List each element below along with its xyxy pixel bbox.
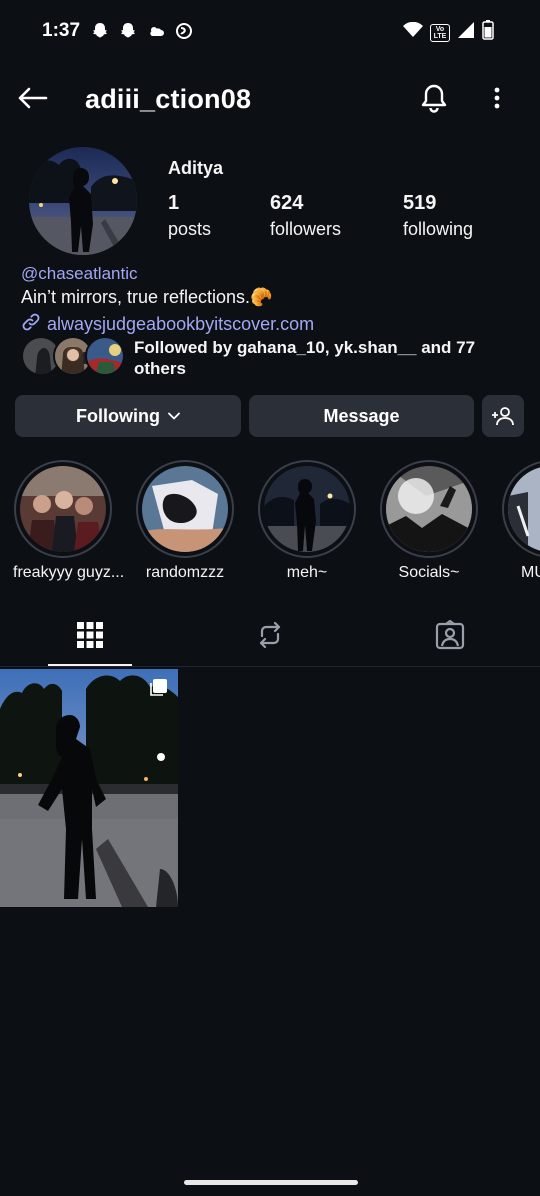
notification-icons	[90, 21, 194, 41]
status-bar: 1:37 Vo LTE	[0, 0, 540, 62]
link-icon	[21, 312, 41, 337]
bell-icon	[420, 83, 448, 118]
more-options-button[interactable]	[482, 82, 512, 118]
arrow-left-icon	[16, 86, 48, 115]
highlight-ring	[258, 460, 356, 558]
highlight-ring	[136, 460, 234, 558]
following-label: following	[403, 219, 474, 239]
bio-link-row[interactable]: alwaysjudgeabookbyitscover.com	[21, 312, 521, 337]
highlight-ring	[14, 460, 112, 558]
app-icon	[174, 21, 194, 41]
posts-count: 1	[168, 192, 180, 214]
add-user-icon	[491, 406, 515, 426]
highlight-item[interactable]: randomzzz	[135, 460, 235, 582]
snapchat-icon	[118, 21, 138, 41]
highlight-cover	[386, 466, 472, 552]
profile-bio: @chaseatlantic Ain’t mirrors, true refle…	[21, 264, 521, 337]
highlight-cover	[264, 466, 350, 552]
highlight-item[interactable]: freakyyy guyz...	[13, 460, 125, 582]
profile-header: adiii_ction08	[0, 72, 540, 128]
grid-icon	[77, 622, 103, 648]
highlight-label: Socials~	[398, 564, 460, 581]
bio-website-link[interactable]: alwaysjudgeabookbyitscover.com	[47, 314, 314, 335]
message-button[interactable]: Message	[249, 395, 474, 437]
highlight-ring	[380, 460, 478, 558]
notifications-button[interactable]	[414, 82, 454, 118]
repost-icon	[256, 621, 284, 649]
highlight-label: randomzzz	[145, 564, 225, 581]
snapchat-icon	[90, 21, 110, 41]
avatar	[85, 336, 125, 376]
multiple-posts-icon	[149, 679, 167, 697]
followers-label: followers	[270, 219, 342, 239]
highlight-label: freakyyy guyz...	[13, 564, 125, 581]
message-label: Message	[323, 405, 400, 426]
highlight-item[interactable]: Socials~	[379, 460, 479, 582]
following-label: Following	[76, 405, 160, 426]
mutual-avatars	[21, 336, 125, 376]
tab-tagged[interactable]	[360, 605, 540, 665]
following-button[interactable]: Following	[15, 395, 241, 437]
active-tab-indicator	[48, 664, 132, 666]
following-stat[interactable]: 519 following	[403, 192, 473, 240]
battery-icon	[482, 20, 494, 45]
highlight-label: MU	[521, 564, 540, 581]
highlight-label: meh~	[286, 564, 328, 581]
home-indicator[interactable]	[184, 1180, 358, 1185]
profile-avatar[interactable]	[29, 147, 137, 255]
highlight-item[interactable]: MU	[501, 460, 540, 582]
profile-tabs	[0, 605, 540, 667]
mutual-followers-row[interactable]: Followed by gahana_10, yk.shan__ and 77 …	[21, 336, 504, 379]
posts-stat[interactable]: 1 posts	[168, 192, 211, 240]
signal-icon	[457, 21, 475, 44]
posts-label: posts	[168, 219, 212, 239]
weather-icon	[146, 21, 166, 41]
tab-reposts[interactable]	[180, 605, 360, 665]
bio-mention-link[interactable]: @chaseatlantic	[21, 264, 521, 284]
back-button[interactable]	[14, 82, 50, 118]
post-thumbnail[interactable]	[0, 669, 178, 907]
following-count: 519	[403, 192, 437, 214]
more-vertical-icon	[494, 87, 500, 114]
system-icons: Vo LTE	[403, 20, 494, 45]
followed-by-text: Followed by gahana_10, yk.shan__ and 77 …	[134, 338, 476, 378]
volte-label: Vo LTE	[433, 25, 447, 40]
followers-stat[interactable]: 624 followers	[270, 192, 341, 240]
followers-count: 624	[270, 192, 304, 214]
tagged-icon	[435, 620, 465, 650]
wifi-icon	[403, 21, 423, 43]
story-highlights: freakyyy guyz... randomzzz meh~ Socials~	[0, 460, 540, 590]
bio-text: Ain’t mirrors, true reflections.🥐	[21, 287, 273, 307]
highlight-cover	[508, 466, 540, 552]
highlight-item[interactable]: meh~	[257, 460, 357, 582]
profile-username: adiii_ction08	[85, 84, 252, 114]
tab-grid[interactable]	[0, 605, 180, 665]
display-name: Aditya	[168, 158, 224, 178]
volte-icon: Vo LTE	[430, 23, 450, 42]
chevron-down-icon	[168, 412, 180, 420]
suggested-users-button[interactable]	[482, 395, 524, 437]
highlight-cover	[142, 466, 228, 552]
status-time: 1:37	[42, 20, 81, 41]
highlight-cover	[20, 466, 106, 552]
highlight-ring	[502, 460, 540, 558]
